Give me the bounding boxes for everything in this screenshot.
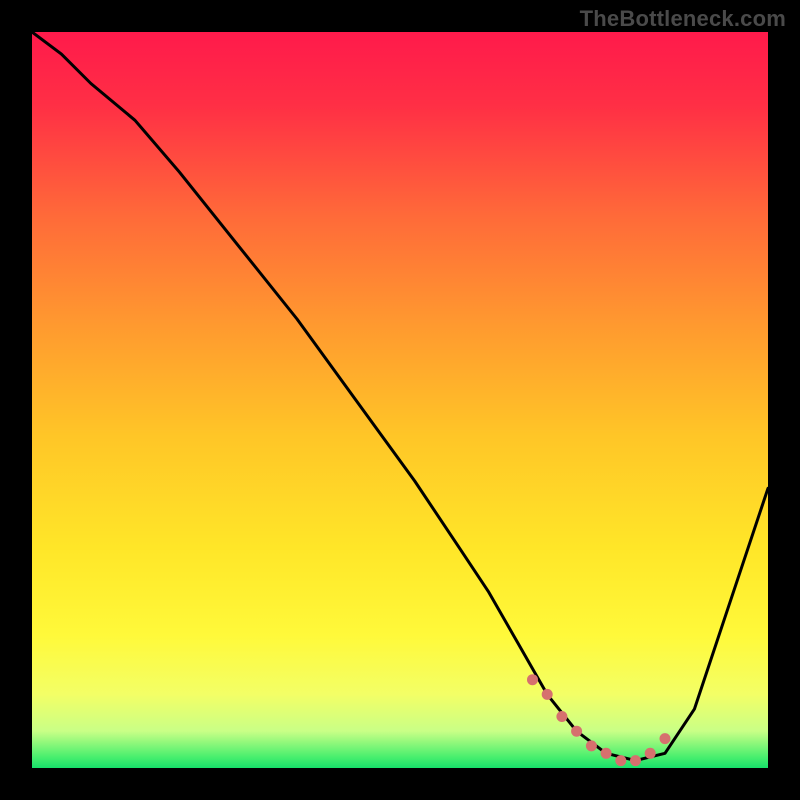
optimal-dot xyxy=(542,689,553,700)
optimal-dot xyxy=(527,674,538,685)
optimal-dot xyxy=(645,748,656,759)
optimal-dot xyxy=(586,740,597,751)
optimal-range-dots xyxy=(527,674,671,766)
optimal-dot xyxy=(601,748,612,759)
optimal-dot xyxy=(615,755,626,766)
optimal-dot xyxy=(556,711,567,722)
bottleneck-curve xyxy=(32,32,768,761)
chart-frame: TheBottleneck.com xyxy=(0,0,800,800)
watermark-text: TheBottleneck.com xyxy=(580,6,786,32)
optimal-dot xyxy=(571,726,582,737)
curve-layer xyxy=(32,32,768,768)
optimal-dot xyxy=(660,733,671,744)
plot-area xyxy=(32,32,768,768)
optimal-dot xyxy=(630,755,641,766)
